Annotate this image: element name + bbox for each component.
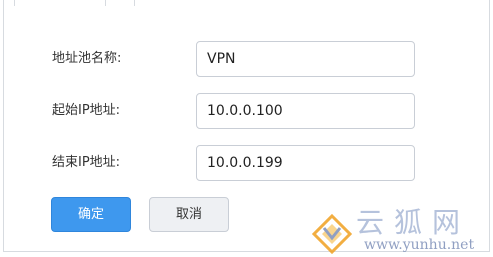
- pool-name-label: 地址池名称:: [52, 51, 122, 66]
- start-ip-label: 起始IP地址:: [52, 103, 121, 118]
- tab-divider: [14, 0, 15, 6]
- watermark-logo-icon: [312, 214, 352, 254]
- confirm-button[interactable]: 确定: [51, 197, 131, 232]
- end-ip-row: 结束IP地址:: [0, 145, 493, 181]
- tab-divider: [105, 0, 106, 6]
- tab-divider: [134, 0, 135, 6]
- watermark: 云狐网 www.yunhu.net: [312, 206, 493, 257]
- cancel-button[interactable]: 取消: [149, 197, 229, 232]
- pool-name-row: 地址池名称:: [0, 41, 493, 77]
- watermark-chars: 云狐网: [356, 206, 471, 239]
- end-ip-label: 结束IP地址:: [52, 155, 121, 170]
- watermark-url: www.yunhu.net: [364, 237, 475, 253]
- start-ip-input[interactable]: [196, 93, 415, 129]
- pool-name-input[interactable]: [196, 41, 415, 77]
- end-ip-input[interactable]: [196, 145, 415, 181]
- start-ip-row: 起始IP地址:: [0, 93, 493, 129]
